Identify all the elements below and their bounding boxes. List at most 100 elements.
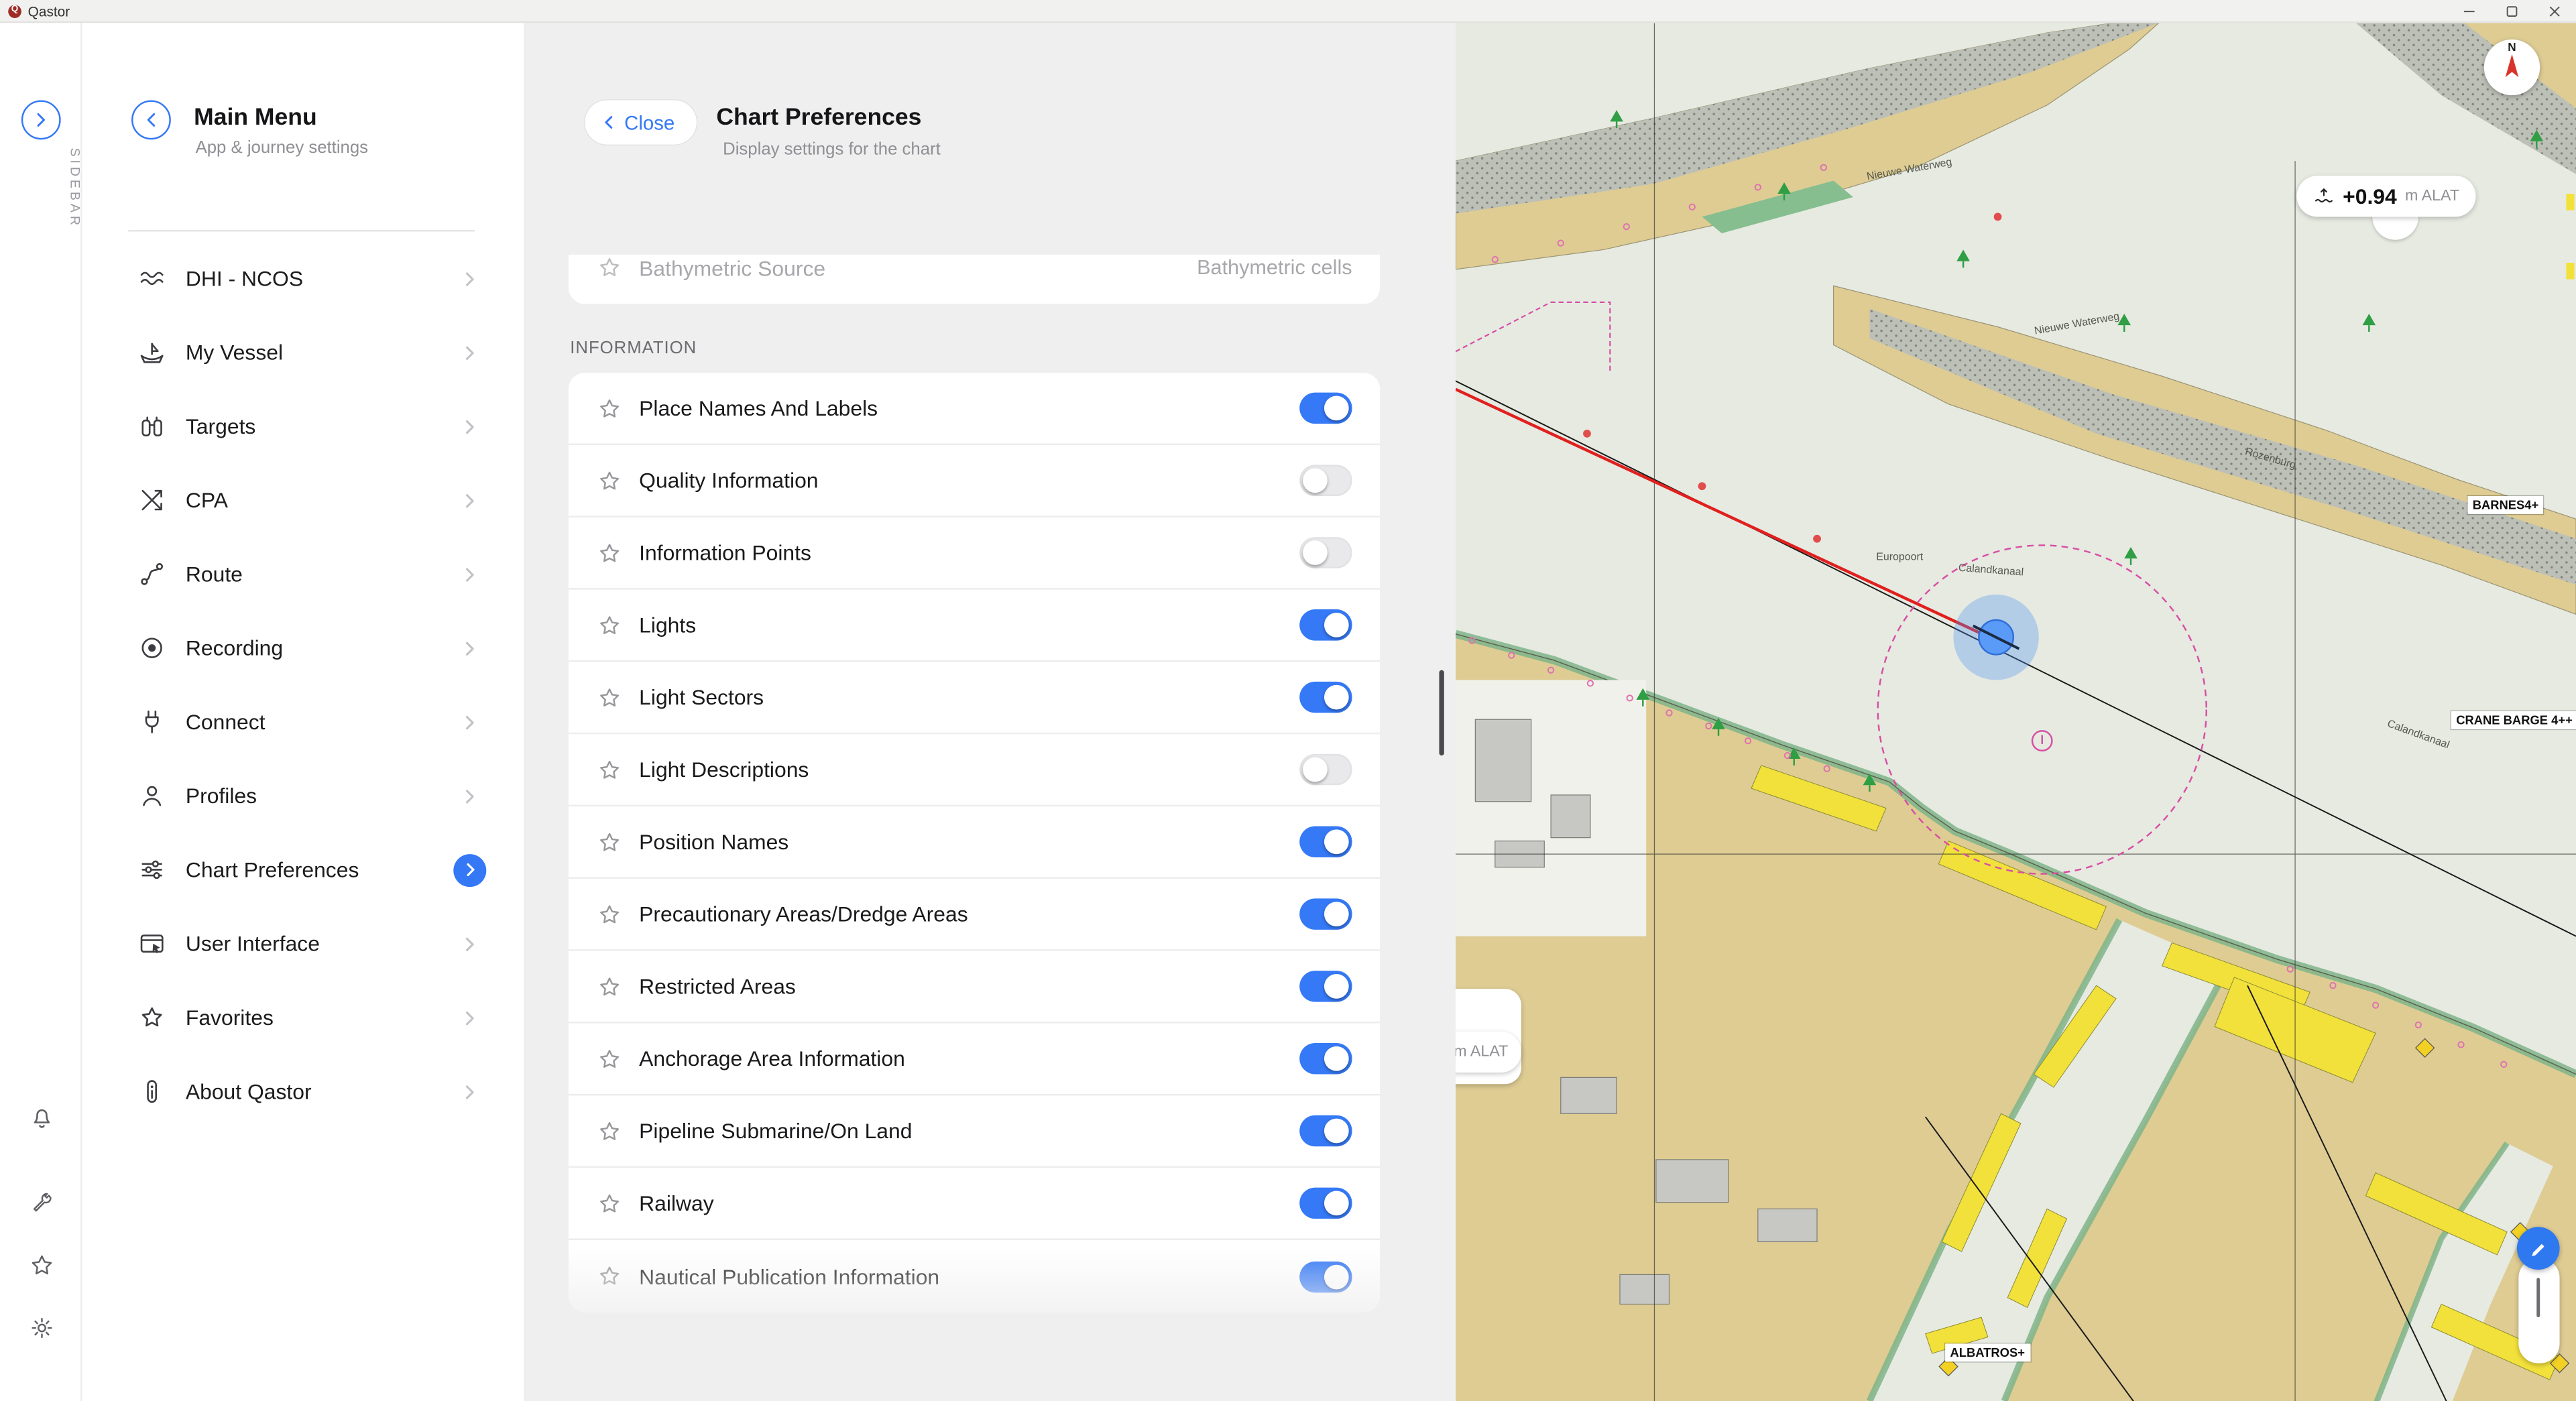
menu-item-user-interface[interactable]: User Interface bbox=[82, 907, 524, 981]
favorite-star-icon[interactable] bbox=[596, 612, 622, 638]
menu-item-label: CPA bbox=[186, 488, 228, 513]
close-preferences-button[interactable]: Close bbox=[585, 100, 696, 144]
favorite-star-icon[interactable] bbox=[596, 395, 622, 421]
menu-item-chart-preferences[interactable]: Chart Preferences bbox=[82, 833, 524, 906]
preferences-subtitle: Display settings for the chart bbox=[723, 139, 941, 159]
favorite-star-icon[interactable] bbox=[596, 255, 622, 281]
collapsed-sidebar: SIDEBAR bbox=[0, 23, 82, 1401]
sidebar-expand-button[interactable] bbox=[21, 100, 61, 139]
favorite-star-icon[interactable] bbox=[596, 1263, 622, 1289]
favorite-star-icon[interactable] bbox=[596, 973, 622, 999]
menu-item-dhi-ncos[interactable]: DHI - NCOS bbox=[82, 241, 524, 315]
ais-target-label[interactable]: ALBATROS+ bbox=[1945, 1343, 2030, 1361]
setting-row: Light Descriptions bbox=[569, 734, 1380, 806]
menu-item-favorites[interactable]: Favorites bbox=[82, 981, 524, 1054]
menu-item-targets[interactable]: Targets bbox=[82, 389, 524, 463]
toggle-switch[interactable] bbox=[1299, 393, 1352, 424]
menu-item-label: Route bbox=[186, 562, 243, 587]
info-icon bbox=[138, 1077, 166, 1105]
ais-target-label[interactable]: BARNES4+ bbox=[2467, 496, 2543, 514]
vessel-icon bbox=[138, 339, 166, 367]
chevron-right-icon bbox=[459, 267, 481, 290]
window-titlebar: Q Qastor bbox=[0, 0, 2576, 23]
favorite-star-icon[interactable] bbox=[596, 684, 622, 711]
window-title: Qastor bbox=[28, 3, 70, 19]
route-icon bbox=[138, 560, 166, 589]
tide-icon bbox=[2313, 186, 2335, 207]
minimize-button[interactable] bbox=[2448, 0, 2491, 22]
close-window-button[interactable] bbox=[2533, 0, 2576, 22]
menu-item-recording[interactable]: Recording bbox=[82, 611, 524, 685]
setting-label: Light Sectors bbox=[639, 685, 764, 710]
place-name: Europoort bbox=[1876, 552, 1923, 563]
favorite-star-icon[interactable] bbox=[596, 756, 622, 782]
favorite-star-icon[interactable] bbox=[596, 829, 622, 855]
menu-item-connect[interactable]: Connect bbox=[82, 685, 524, 759]
menu-back-button[interactable] bbox=[131, 100, 171, 139]
chevron-right-icon bbox=[459, 562, 481, 585]
toggle-switch[interactable] bbox=[1299, 971, 1352, 1002]
binoculars-icon bbox=[138, 412, 166, 440]
menu-item-profiles[interactable]: Profiles bbox=[82, 759, 524, 833]
edit-chart-button[interactable] bbox=[2517, 1227, 2560, 1270]
toggle-switch[interactable] bbox=[1299, 898, 1352, 930]
setting-label: Railway bbox=[639, 1191, 714, 1215]
favorites-button[interactable] bbox=[28, 1252, 56, 1280]
setting-value: Bathymetric cells bbox=[1197, 256, 1352, 279]
notifications-button[interactable] bbox=[28, 1104, 56, 1132]
menu-item-label: Recording bbox=[186, 635, 283, 660]
setting-row: Place Names And Labels bbox=[569, 373, 1380, 445]
window-controls bbox=[2448, 0, 2576, 22]
titlebar-left: Q Qastor bbox=[8, 3, 70, 19]
toggle-switch[interactable] bbox=[1299, 609, 1352, 641]
tools-button[interactable] bbox=[28, 1189, 56, 1217]
menu-item-route[interactable]: Route bbox=[82, 537, 524, 611]
compass-button[interactable]: N bbox=[2484, 40, 2540, 95]
favorite-star-icon[interactable] bbox=[596, 1190, 622, 1216]
menu-item-label: DHI - NCOS bbox=[186, 266, 303, 291]
toggle-switch[interactable] bbox=[1299, 682, 1352, 713]
tide-unit: m ALAT bbox=[1456, 1043, 1508, 1061]
toggle-switch[interactable] bbox=[1299, 537, 1352, 568]
preferences-scroll-area[interactable]: Bathymetric Source Bathymetric cells INF… bbox=[569, 255, 1380, 1331]
setting-label: Light Descriptions bbox=[639, 757, 809, 782]
menu-divider bbox=[128, 230, 475, 231]
toggle-switch[interactable] bbox=[1299, 465, 1352, 496]
record-icon bbox=[138, 634, 166, 662]
maximize-button[interactable] bbox=[2491, 0, 2534, 22]
chevron-right-icon bbox=[459, 341, 481, 363]
menu-item-cpa[interactable]: CPA bbox=[82, 463, 524, 537]
menu-item-label: About Qastor bbox=[186, 1079, 312, 1104]
window-icon bbox=[138, 930, 166, 958]
compass-north-label: N bbox=[2484, 43, 2540, 54]
toggle-switch[interactable] bbox=[1299, 1115, 1352, 1147]
settings-button[interactable] bbox=[28, 1314, 56, 1342]
main-menu-list: DHI - NCOS My Vessel Targets bbox=[82, 241, 524, 1128]
toggle-switch[interactable] bbox=[1299, 827, 1352, 858]
zoom-slider[interactable] bbox=[2518, 1258, 2559, 1363]
clipped-tide-badge[interactable]: m ALAT bbox=[1456, 1032, 1521, 1073]
setting-label: Nautical Publication Information bbox=[639, 1264, 939, 1289]
ais-target-label[interactable]: CRANE BARGE 4++ bbox=[2451, 711, 2576, 729]
tools-icon bbox=[28, 1189, 56, 1217]
favorite-star-icon[interactable] bbox=[596, 467, 622, 493]
favorite-star-icon[interactable] bbox=[596, 901, 622, 927]
toggle-switch[interactable] bbox=[1299, 754, 1352, 786]
favorite-star-icon[interactable] bbox=[596, 1046, 622, 1072]
setting-row: Quality Information bbox=[569, 445, 1380, 517]
menu-item-label: Chart Preferences bbox=[186, 857, 359, 882]
favorite-star-icon[interactable] bbox=[596, 540, 622, 566]
menu-item-about-qastor[interactable]: About Qastor bbox=[82, 1054, 524, 1128]
scrollbar-thumb[interactable] bbox=[1439, 670, 1444, 755]
chevron-right-icon bbox=[459, 711, 481, 733]
menu-item-my-vessel[interactable]: My Vessel bbox=[82, 315, 524, 389]
favorite-star-icon[interactable] bbox=[596, 1117, 622, 1144]
setting-row: Restricted Areas bbox=[569, 951, 1380, 1024]
chart-map[interactable]: Nieuwe Waterweg Nieuwe Waterweg Europoor… bbox=[1456, 23, 2576, 1401]
toggle-switch[interactable] bbox=[1299, 1188, 1352, 1219]
toggle-switch[interactable] bbox=[1299, 1261, 1352, 1292]
setting-label: Bathymetric Source bbox=[639, 255, 825, 280]
toggle-switch[interactable] bbox=[1299, 1043, 1352, 1075]
setting-label: Anchorage Area Information bbox=[639, 1046, 905, 1071]
tide-level-badge[interactable]: +0.94 m ALAT bbox=[2297, 176, 2476, 217]
